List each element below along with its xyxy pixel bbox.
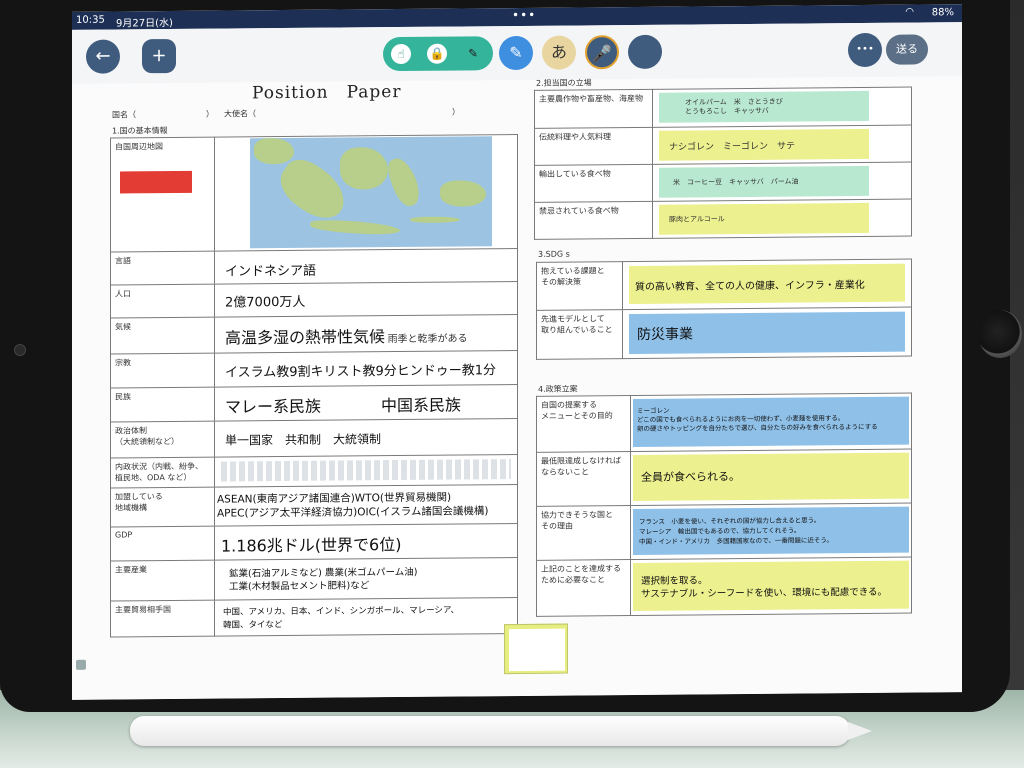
ethnicity-value-1: マレー系民族 bbox=[225, 396, 322, 417]
status-time: 10:35 bbox=[76, 14, 105, 26]
back-button[interactable]: ← bbox=[86, 39, 120, 74]
row-label: GDP bbox=[110, 526, 215, 562]
section4-title: 4.政策立案 bbox=[538, 384, 578, 394]
country-label: 国名（ bbox=[112, 110, 136, 120]
row-label: 人口 bbox=[110, 284, 215, 319]
marker-tool-icon[interactable]: ✎ bbox=[463, 43, 483, 63]
row-label: 加盟している 地域機構 bbox=[110, 487, 215, 528]
row-label: 主要産業 bbox=[110, 560, 215, 602]
section2-title: 2.担当国の立場 bbox=[536, 78, 592, 88]
color-picker-button[interactable] bbox=[628, 34, 662, 70]
row-label: 先進モデルとして 取り組んでいること bbox=[536, 309, 623, 360]
dishes-value: ナシゴレン ミーゴレン サテ bbox=[659, 128, 869, 161]
exports-value: 米 コーヒー豆 キャッサバ パーム油 bbox=[659, 165, 869, 198]
page-thumbnail[interactable] bbox=[504, 623, 568, 675]
row-label: 輸出している食べ物 bbox=[534, 164, 653, 203]
battery-level: 88% bbox=[931, 7, 954, 19]
row-label: 自国の提案する メニューとその目的 bbox=[536, 395, 631, 453]
home-button[interactable] bbox=[978, 310, 1022, 358]
more-button[interactable]: ••• bbox=[848, 32, 882, 68]
apple-pencil bbox=[130, 716, 872, 746]
taboo-food-value: 豚肉とアルコール bbox=[659, 202, 869, 235]
partner-others: 中国・インド・アメリカ 多国籍国家なので、一番問題に近そう。 bbox=[639, 536, 834, 546]
lock-icon[interactable] bbox=[76, 659, 86, 670]
sdg-issues-value: 質の高い教育、全ての人の健康、インフラ・産業化 bbox=[629, 263, 905, 305]
trade-partners-value-2: 韓国、タイなど bbox=[223, 620, 283, 631]
row-label: 政治体制 （大統領制など） bbox=[110, 421, 215, 459]
row-label: 伝統料理や人気料理 bbox=[534, 127, 653, 166]
sdg-table: 抱えている課題と その解決策 質の高い教育、全ての人の健康、インフラ・産業化 先進モ… bbox=[536, 258, 912, 360]
menu-purpose-2: 卵の硬さやトッピングを自分たちで選び、自分たちの好みを食べられるようにする bbox=[637, 422, 878, 433]
position-paper-document: Position Paper 国名（ ） 大使名（ ） 1.国の基本情報 自国周… bbox=[72, 76, 962, 700]
industry-value-2: 工業(木材製品セメント肥料)など bbox=[229, 580, 370, 593]
row-label: 気候 bbox=[110, 317, 215, 355]
row-label: 協力できそうな国と その理由 bbox=[536, 505, 631, 561]
climate-value: 高温多湿の熱帯性気候 bbox=[225, 327, 386, 348]
row-label: 言語 bbox=[110, 251, 215, 286]
ethnicity-value-2: 中国系民族 bbox=[381, 395, 462, 416]
sdg-model-value: 防災事業 bbox=[629, 311, 905, 355]
wifi-icon: ◠ bbox=[905, 6, 914, 18]
send-button[interactable]: 送る bbox=[886, 34, 928, 65]
position-table: 主要農作物や畜産物、海産物 オイルパーム 米 さとうきび とうもろこし キャッサバ … bbox=[534, 86, 912, 240]
row-label: 上記のことを達成する ために必要なこと bbox=[536, 559, 631, 617]
row-label: 民族 bbox=[110, 387, 215, 423]
camera-icon bbox=[14, 344, 26, 356]
section3-title: 3.SDG s bbox=[538, 249, 570, 259]
gdp-value: 1.186兆ドル(世界で6位) bbox=[221, 535, 402, 556]
pen-tool-icon[interactable]: ✎ bbox=[499, 35, 533, 71]
add-button[interactable]: + bbox=[142, 38, 176, 74]
lock-tool-icon[interactable]: 🔒 bbox=[427, 43, 447, 64]
row-label: 宗教 bbox=[110, 353, 215, 389]
mic-icon[interactable]: 🎤 bbox=[585, 35, 619, 70]
language-value: インドネシア語 bbox=[225, 263, 317, 280]
row-label: 禁忌されている食べ物 bbox=[534, 201, 653, 240]
policy-table: 自国の提案する メニューとその目的 ミーゴレン どこの国でも食べられるようにお肉を一切… bbox=[536, 392, 912, 617]
multitask-dots-icon[interactable]: ••• bbox=[512, 8, 536, 22]
row-label: 抱えている課題と その解決策 bbox=[536, 261, 623, 311]
map-label: 自国周辺地図 bbox=[110, 137, 215, 253]
flag-red-block bbox=[120, 170, 192, 194]
domestic-screenshot-strip bbox=[221, 459, 511, 482]
minimum-goal-value: 全員が食べられる。 bbox=[633, 452, 909, 501]
hand-tool-icon[interactable]: ☝ bbox=[391, 43, 411, 65]
row-label: 主要農作物や畜産物、海産物 bbox=[534, 89, 653, 129]
requirements-value-2: サステナブル・シーフードを使い、環境にも配慮できる。 bbox=[641, 586, 888, 600]
ambassador-close: ） bbox=[452, 107, 460, 117]
tool-selector: ☝ 🔒 ✎ bbox=[383, 36, 493, 72]
religion-value: イスラム教9割キリスト教9分ヒンドゥー教1分 bbox=[225, 363, 497, 381]
population-value: 2億7000万人 bbox=[225, 294, 306, 311]
crops-value-2: とうもろこし キャッサバ bbox=[685, 106, 769, 116]
country-close: ） bbox=[206, 109, 214, 119]
doc-title: Position Paper bbox=[252, 82, 402, 104]
screen: 10:35 9月27日(水) ••• ◠ 88% ← + ☝ 🔒 ✎ ✎ あ 🎤… bbox=[72, 4, 962, 700]
status-date: 9月27日(水) bbox=[116, 18, 173, 30]
row-label: 主要貿易相手国 bbox=[110, 600, 215, 638]
row-label: 最低限達成しなければ ならないこと bbox=[536, 451, 631, 507]
row-label: 内政状況（内戦、紛争、 植民地、ODA など） bbox=[110, 457, 215, 489]
ambassador-label: 大使名（ bbox=[224, 109, 256, 119]
toolbar: ← + ☝ 🔒 ✎ ✎ あ 🎤 ••• 送る bbox=[72, 22, 962, 84]
section1-title: 1.国の基本情報 bbox=[112, 126, 168, 136]
indonesia-map bbox=[250, 136, 492, 249]
climate-note: 雨季と乾季がある bbox=[387, 333, 468, 346]
politics-value: 単一国家 共和制 大統領制 bbox=[225, 432, 382, 448]
organizations-value-2: APEC(アジア太平洋経済協力)OIC(イスラム諸国会議機構) bbox=[217, 505, 489, 520]
text-tool-icon[interactable]: あ bbox=[542, 35, 576, 70]
